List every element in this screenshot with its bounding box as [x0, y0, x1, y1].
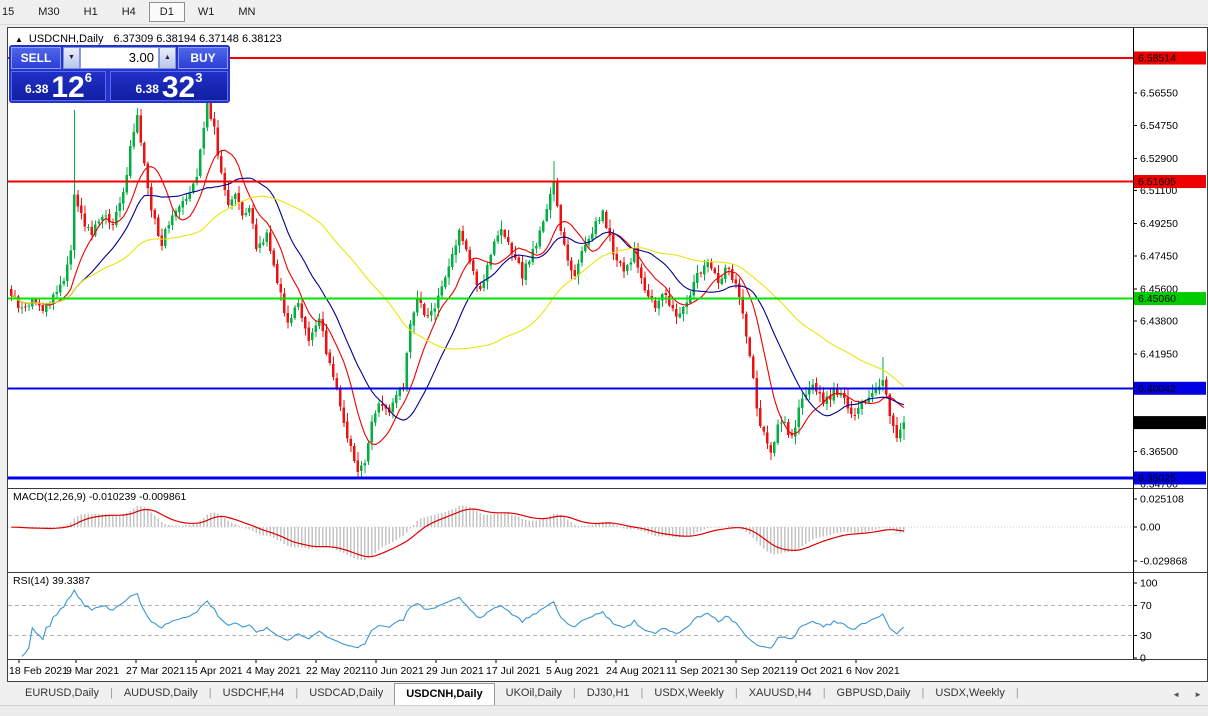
price-tick-label: 6.43800: [1140, 316, 1178, 328]
buy-button[interactable]: BUY: [178, 47, 228, 69]
sell-price-prefix: 6.38: [25, 82, 48, 96]
sell-price-big-digits: 12: [51, 75, 84, 100]
chart-tab-DJ30-H1[interactable]: DJ30,H1: [576, 683, 641, 705]
tab-scroll-controls: ◄ ►: [1172, 683, 1202, 705]
price-level-label-text: 6.38123: [1138, 417, 1176, 429]
date-tick-label: 5 Aug 2021: [546, 665, 599, 677]
price-level-label-text: 6.58514: [1138, 52, 1176, 64]
date-tick-label: 10 Jun 2021: [366, 665, 424, 677]
macd-tick-label: -0.029868: [1140, 555, 1187, 567]
price-tick-label: 6.54750: [1140, 120, 1178, 132]
timeframe-button-W1[interactable]: W1: [187, 2, 226, 22]
macd-indicator-label: MACD(12,26,9) -0.010239 -0.009861: [13, 491, 186, 503]
collapse-arrow-icon[interactable]: ▲: [15, 35, 23, 44]
price-tick-label: 6.36500: [1140, 446, 1178, 458]
date-tick-label: 4 May 2021: [246, 665, 301, 677]
buy-price-prefix: 6.38: [136, 82, 159, 96]
tab-separator: |: [1016, 683, 1019, 705]
rsi-tick-label: 70: [1140, 600, 1152, 612]
date-tick-label: 24 Aug 2021: [606, 665, 665, 677]
chart-tab-GBPUSD-Daily[interactable]: GBPUSD,Daily: [826, 683, 922, 705]
rsi-indicator-label: RSI(14) 39.3387: [13, 575, 90, 587]
price-level-label-text: 6.40042: [1138, 383, 1176, 395]
chart-tab-USDCAD-Daily[interactable]: USDCAD,Daily: [298, 683, 394, 705]
price-tick-label: 6.47450: [1140, 250, 1178, 262]
tab-scroll-right-icon[interactable]: ►: [1194, 690, 1202, 699]
date-tick-label: 18 Feb 2021: [9, 665, 68, 677]
price-tick-label: 6.52900: [1140, 153, 1178, 165]
date-tick-label: 6 Nov 2021: [846, 665, 900, 677]
timeframe-button-M30[interactable]: M30: [27, 2, 70, 22]
buy-price-display[interactable]: 6.38323: [110, 71, 228, 101]
timeframe-button-MN[interactable]: MN: [227, 2, 266, 22]
timeframe-toolbar: 15M30H1H4D1W1MN: [0, 0, 1208, 25]
date-tick-label: 17 Jul 2021: [486, 665, 540, 677]
date-tick-label: 11 Sep 2021: [666, 665, 725, 677]
one-click-trading-panel: SELL ▼ 3.00 ▲ BUY 6.38126 6.38323: [9, 45, 230, 103]
date-tick-label: 30 Sep 2021: [726, 665, 786, 677]
timeframe-button-H4[interactable]: H4: [111, 2, 147, 22]
price-tick-label: 6.56550: [1140, 88, 1178, 100]
chart-tab-USDX-Weekly[interactable]: USDX,Weekly: [924, 683, 1015, 705]
status-bar: [0, 705, 1208, 716]
chart-symbol-label: USDCNH,Daily: [29, 33, 104, 45]
price-level-label-text: 6.35025: [1138, 472, 1176, 484]
date-tick-label: 27 Mar 2021: [126, 665, 185, 677]
chart-tab-USDCNH-Daily[interactable]: USDCNH,Daily: [394, 683, 494, 705]
chart-tab-AUDUSD-Daily[interactable]: AUDUSD,Daily: [113, 683, 209, 705]
chart-window: 6.565506.547506.529006.511006.492506.474…: [7, 27, 1208, 682]
triangle-up-icon: ▲: [164, 54, 171, 61]
rsi-tick-label: 30: [1140, 630, 1152, 642]
volume-increase-button[interactable]: ▲: [159, 47, 176, 69]
timeframe-button-15[interactable]: 15: [0, 2, 25, 22]
sell-price-display[interactable]: 6.38126: [11, 71, 106, 101]
macd-tick-label: 0.025108: [1140, 493, 1184, 505]
chart-tab-USDCHF-H4[interactable]: USDCHF,H4: [212, 683, 296, 705]
date-tick-label: 29 Jun 2021: [426, 665, 484, 677]
price-tick-label: 6.41950: [1140, 349, 1178, 361]
chart-canvas: 6.565506.547506.529006.511006.492506.474…: [8, 28, 1207, 681]
triangle-down-icon: ▼: [68, 54, 75, 61]
tab-scroll-left-icon[interactable]: ◄: [1172, 690, 1180, 699]
sell-price-point-digit: 6: [85, 70, 92, 85]
chart-ohlc-values: 6.37309 6.38194 6.37148 6.38123: [113, 33, 281, 45]
buy-price-point-digit: 3: [195, 70, 202, 85]
date-tick-label: 19 Oct 2021: [786, 665, 843, 677]
macd-tick-label: 0.00: [1140, 522, 1161, 534]
chart-tab-UKOil-Daily[interactable]: UKOil,Daily: [495, 683, 573, 705]
date-tick-label: 9 Mar 2021: [66, 665, 119, 677]
chart-title: ▲ USDCNH,Daily 6.37309 6.38194 6.37148 6…: [15, 33, 282, 45]
sell-button[interactable]: SELL: [11, 47, 61, 69]
rsi-tick-label: 0: [1140, 653, 1146, 665]
rsi-tick-label: 100: [1140, 578, 1158, 590]
volume-decrease-button[interactable]: ▼: [63, 47, 80, 69]
timeframe-button-D1[interactable]: D1: [149, 2, 185, 22]
price-level-label-text: 6.51605: [1138, 176, 1176, 188]
timeframe-button-H1[interactable]: H1: [73, 2, 109, 22]
chart-tab-EURUSD-Daily[interactable]: EURUSD,Daily: [14, 683, 110, 705]
price-level-label-text: 6.45060: [1138, 293, 1176, 305]
chart-tabs: EURUSD,Daily|AUDUSD,Daily|USDCHF,H4|USDC…: [0, 683, 1019, 705]
date-tick-label: 15 Apr 2021: [186, 665, 243, 677]
chart-tab-XAUUSD-H4[interactable]: XAUUSD,H4: [738, 683, 823, 705]
date-tick-label: 22 May 2021: [306, 665, 367, 677]
chart-tabs-bar: EURUSD,Daily|AUDUSD,Daily|USDCHF,H4|USDC…: [0, 683, 1208, 705]
volume-input[interactable]: 3.00: [80, 47, 159, 69]
price-tick-label: 6.49250: [1140, 218, 1178, 230]
buy-price-big-digits: 32: [162, 75, 195, 100]
chart-tab-USDX-Weekly[interactable]: USDX,Weekly: [643, 683, 734, 705]
